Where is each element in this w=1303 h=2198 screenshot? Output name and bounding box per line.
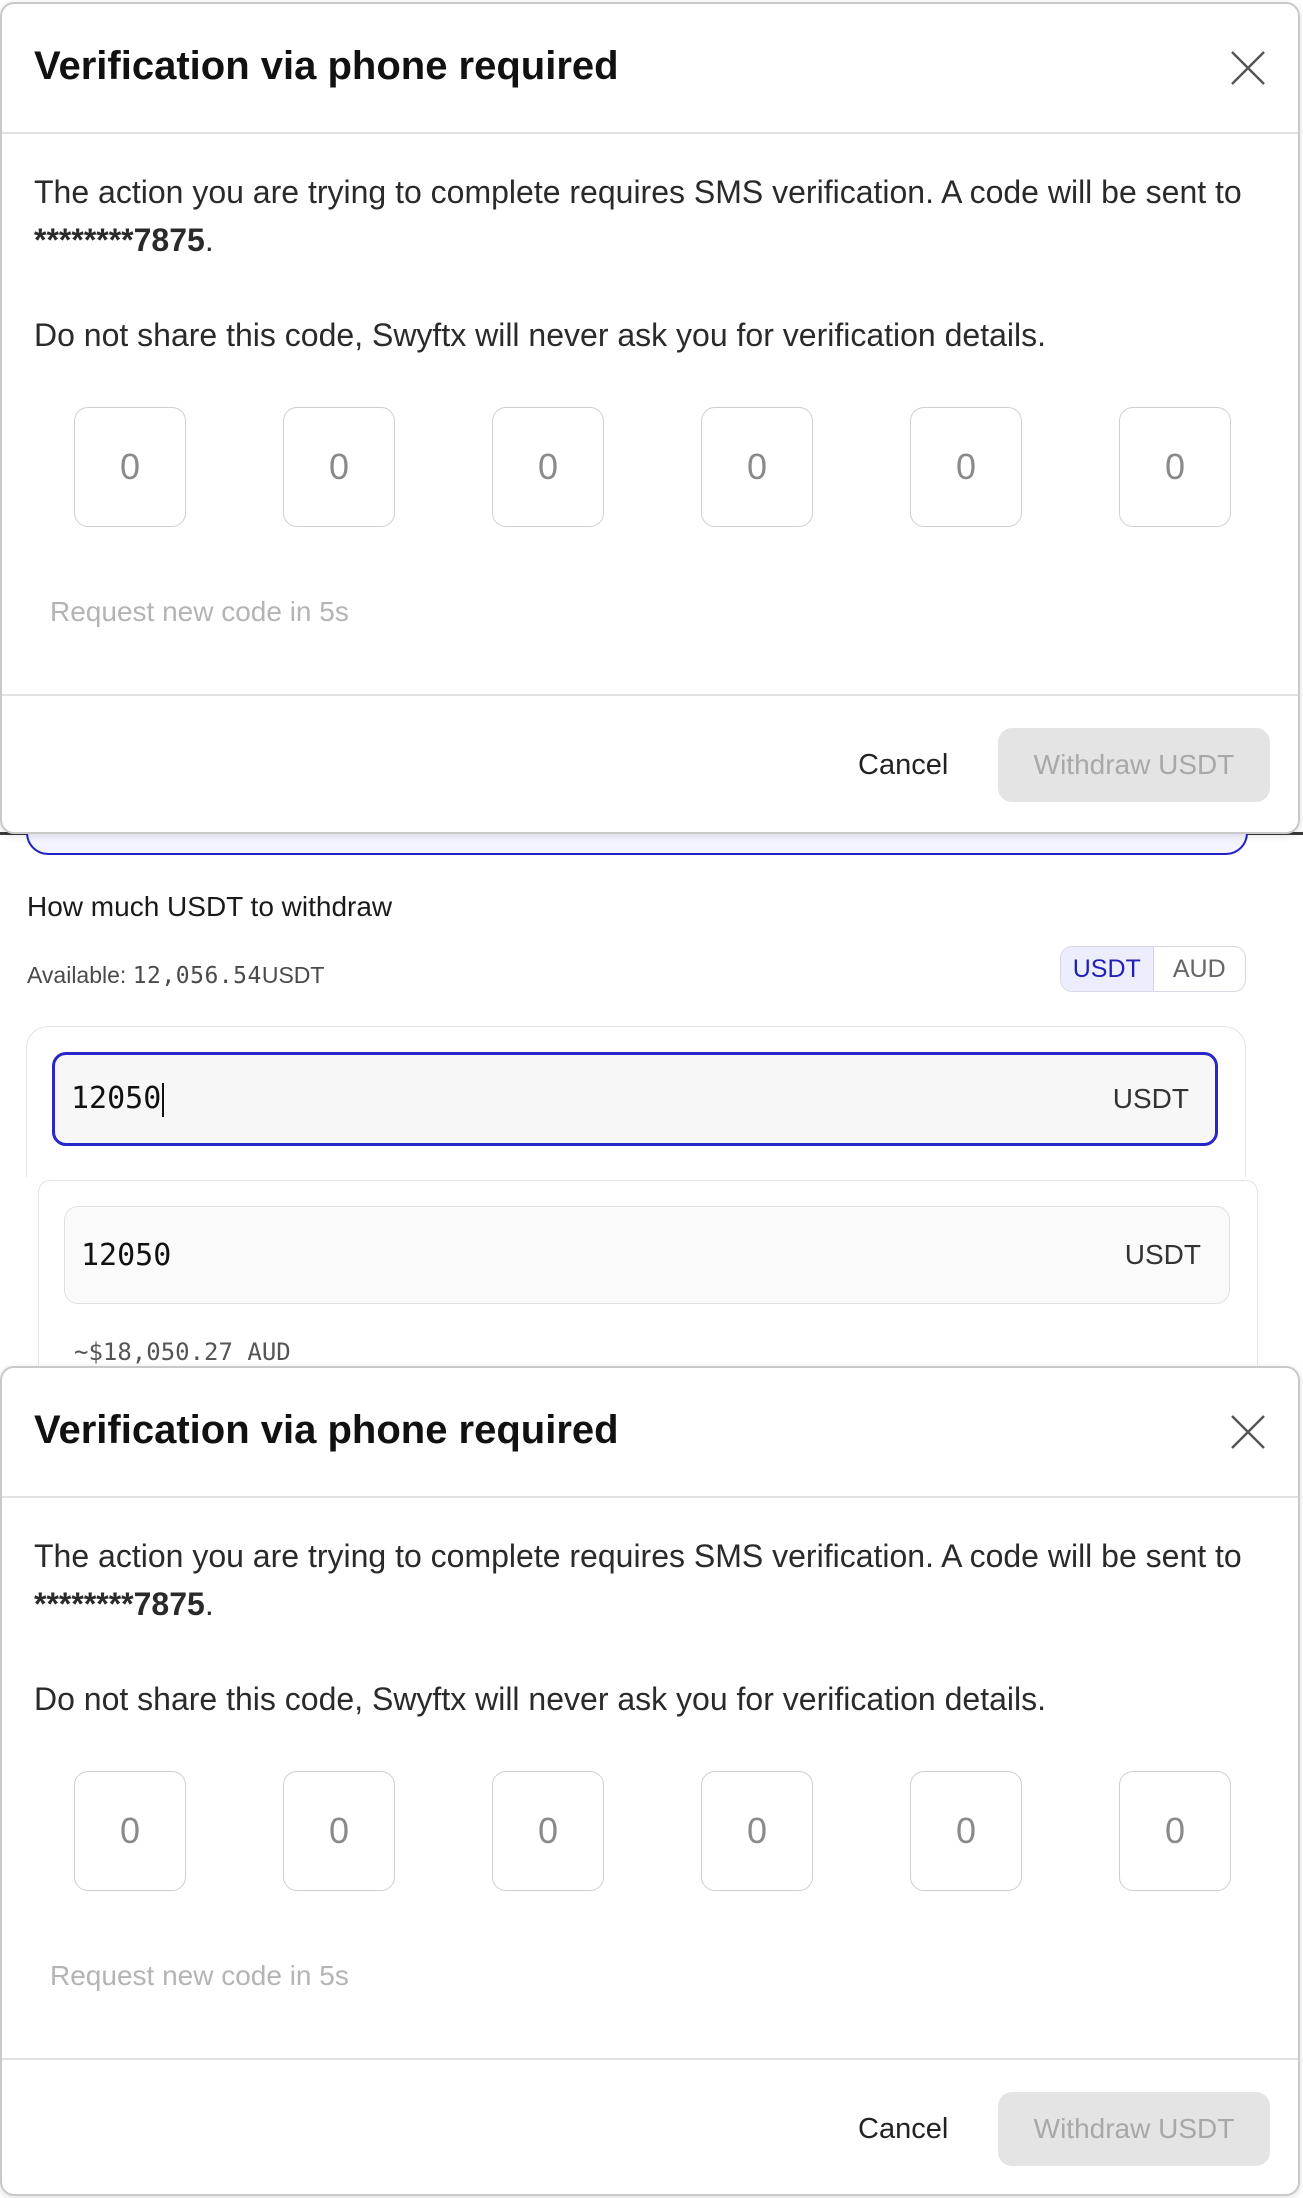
toggle-usdt[interactable]: USDT [1061,947,1154,991]
amount-input[interactable]: 12050 USDT [52,1052,1218,1146]
available-amount: 12,056.54 [132,963,262,989]
aud-estimate: ~$18,050.27 AUD [74,1338,291,1366]
security-warning: Do not share this code, Swyftx will neve… [34,1681,1046,1717]
sms-info-prefix: The action you are trying to complete re… [34,1538,1242,1574]
amount-value-duplicate[interactable]: 12050 [81,1238,1125,1273]
modal-header: Verification via phone required [2,1368,1298,1498]
amount-unit-duplicate: USDT [1124,1239,1201,1270]
toggle-aud[interactable]: AUD [1154,947,1246,991]
code-input-row: 0 0 0 0 0 0 [74,1771,1232,1891]
available-label: Available: [27,962,127,988]
code-digit-2[interactable]: 0 [283,1771,395,1891]
cancel-button[interactable]: Cancel [858,728,948,802]
withdraw-usdt-button[interactable]: Withdraw USDT [998,2092,1270,2166]
available-unit: USDT [261,962,325,988]
sms-info-prefix: The action you are trying to complete re… [34,174,1242,210]
code-digit-5[interactable]: 0 [910,407,1022,527]
close-button[interactable] [1228,1412,1268,1452]
code-digit-6[interactable]: 0 [1119,1771,1231,1891]
amount-input-duplicate[interactable]: 12050 USDT [64,1206,1230,1304]
modal-header: Verification via phone required [2,4,1298,134]
code-digit-1[interactable]: 0 [74,407,186,527]
modal-title: Verification via phone required [34,1408,619,1452]
verification-modal-duplicate: Verification via phone required The acti… [0,1366,1300,2196]
sms-info-text: The action you are trying to complete re… [34,1532,1264,1628]
cancel-button[interactable]: Cancel [858,2092,948,2166]
code-digit-3[interactable]: 0 [492,1771,604,1891]
masked-phone: ********7875 [34,1586,205,1622]
available-balance: Available: 12,056.54USDT [27,962,324,989]
close-icon [1231,51,1265,85]
sms-info-text: The action you are trying to complete re… [34,168,1264,264]
withdraw-amount-label: How much USDT to withdraw [27,891,393,922]
code-digit-4[interactable]: 0 [701,407,813,527]
currency-toggle[interactable]: USDT AUD [1060,946,1246,992]
resend-code-timer: Request new code in 5s [50,596,349,627]
code-digit-5[interactable]: 0 [910,1771,1022,1891]
modal-title: Verification via phone required [34,44,619,88]
code-digit-2[interactable]: 0 [283,407,395,527]
close-icon [1231,1415,1265,1449]
code-digit-4[interactable]: 0 [701,1771,813,1891]
code-input-row: 0 0 0 0 0 0 [74,407,1232,527]
masked-phone: ********7875 [34,222,205,258]
sms-info-suffix: . [204,222,214,258]
withdraw-usdt-button[interactable]: Withdraw USDT [998,728,1270,802]
modal-footer: Cancel Withdraw USDT [2,694,1298,834]
code-digit-3[interactable]: 0 [492,407,604,527]
verification-modal: Verification via phone required The acti… [0,2,1300,834]
close-button[interactable] [1228,48,1268,88]
resend-code-timer: Request new code in 5s [50,1960,349,1991]
security-warning: Do not share this code, Swyftx will neve… [34,317,1046,353]
sms-info-suffix: . [204,1586,214,1622]
amount-unit: USDT [1112,1083,1189,1114]
code-digit-1[interactable]: 0 [74,1771,186,1891]
code-digit-6[interactable]: 0 [1119,407,1231,527]
modal-footer: Cancel Withdraw USDT [2,2058,1298,2198]
amount-value[interactable]: 12050 [71,1081,1113,1117]
